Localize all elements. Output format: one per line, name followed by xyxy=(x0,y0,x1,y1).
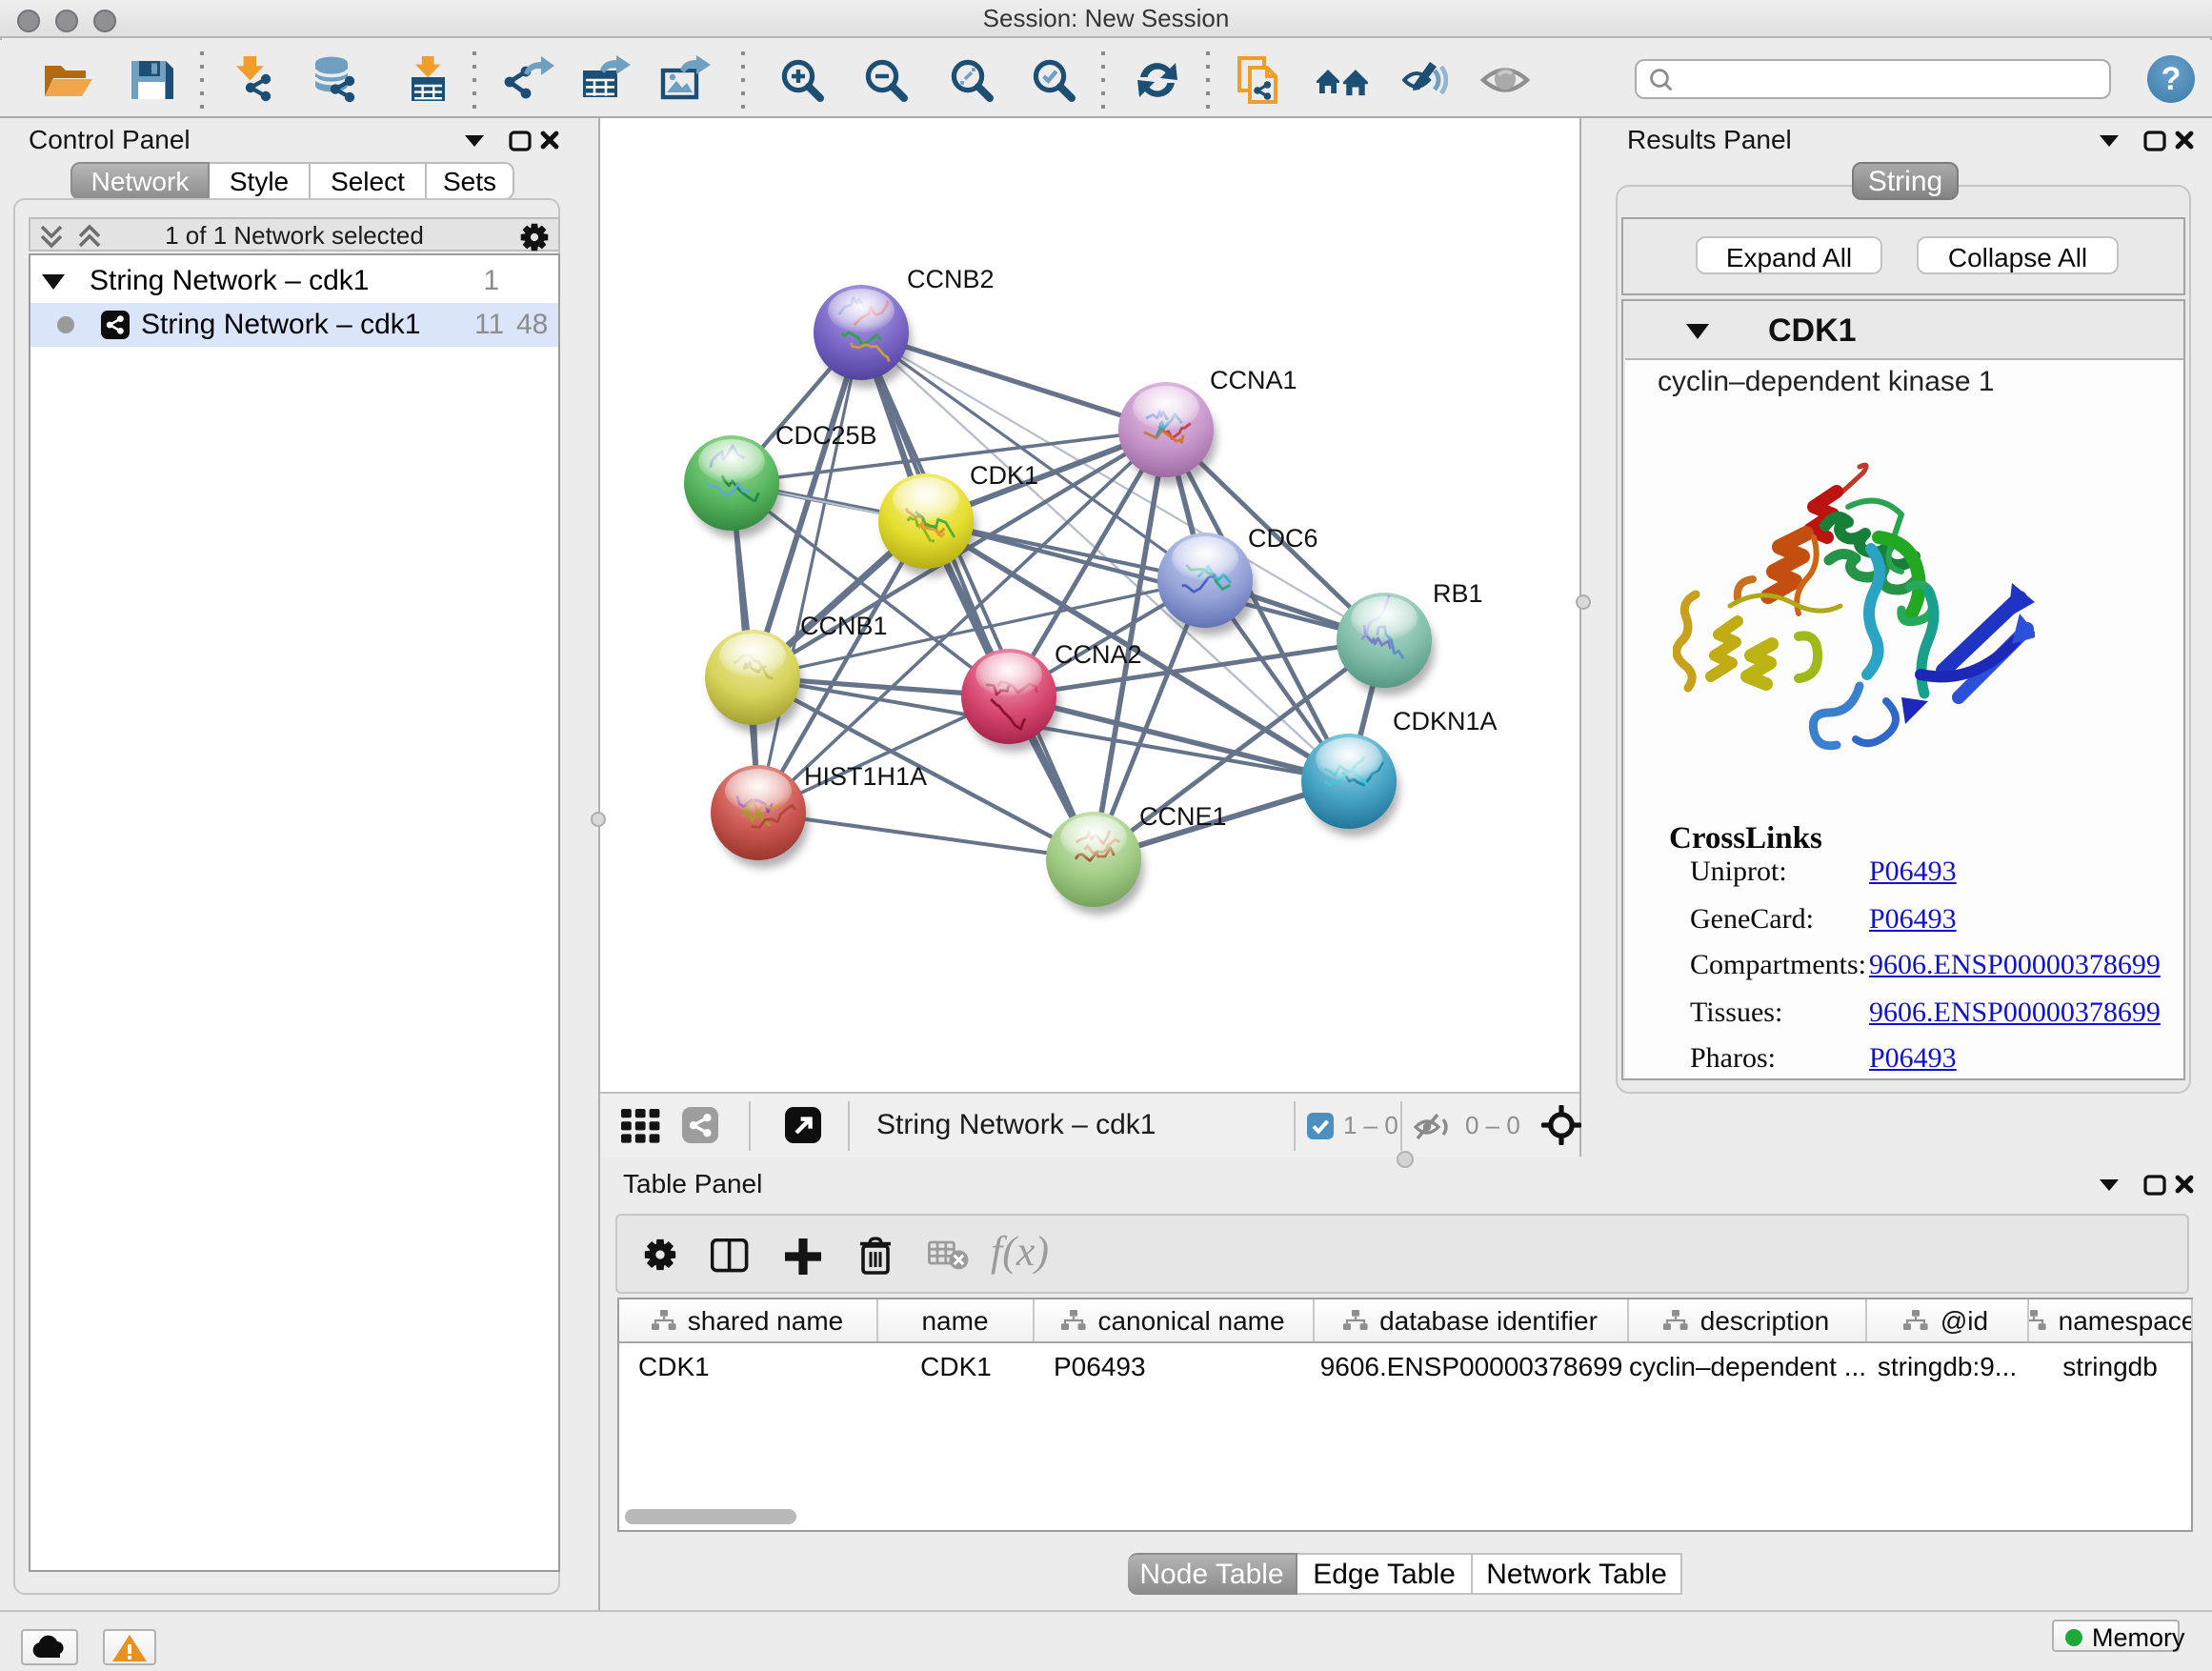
svg-text:RB1: RB1 xyxy=(1433,579,1483,608)
svg-text:CCNB1: CCNB1 xyxy=(800,612,888,640)
svg-text:CDC6: CDC6 xyxy=(1248,524,1318,553)
svg-text:CCNA1: CCNA1 xyxy=(1210,366,1297,394)
svg-text:CCNE1: CCNE1 xyxy=(1139,802,1227,831)
svg-text:CDKN1A: CDKN1A xyxy=(1393,707,1498,735)
svg-text:CDC25B: CDC25B xyxy=(775,421,877,450)
svg-text:CDK1: CDK1 xyxy=(970,461,1038,490)
svg-text:CCNA2: CCNA2 xyxy=(1055,640,1142,669)
svg-text:HIST1H1A: HIST1H1A xyxy=(804,762,927,791)
svg-text:CCNB2: CCNB2 xyxy=(907,265,995,293)
